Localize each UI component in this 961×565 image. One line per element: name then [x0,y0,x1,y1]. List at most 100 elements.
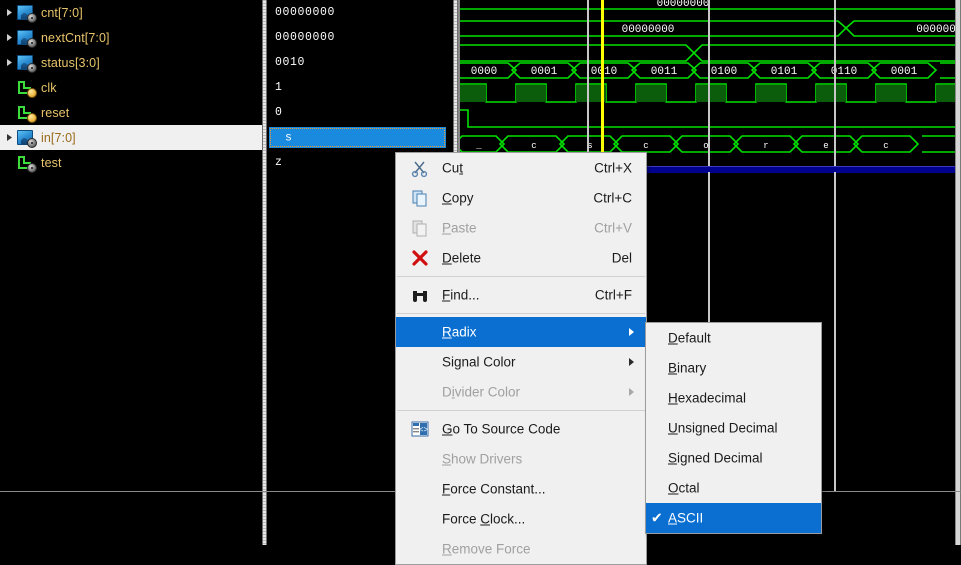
svg-text:r: r [763,141,768,151]
signal-label: cnt[7:0] [41,5,83,20]
delete-x-icon [410,248,430,268]
menu-item-label: Go To Source Code [442,421,561,437]
expand-arrow-icon[interactable] [2,58,16,67]
signal-value-text: 1 [275,81,283,94]
menu-item-copy[interactable]: Copy Ctrl+C [396,183,646,213]
signal-value-cell[interactable]: s [267,125,450,150]
signal-label: reset [41,105,70,120]
vertical-scrollbar[interactable] [955,0,961,545]
menu-item-divider-color: Divider Color [396,377,646,407]
menu-item-find[interactable]: Find... Ctrl+F [396,280,646,310]
bus-signal-icon [16,4,37,23]
copy-icon [410,188,430,208]
submenu-arrow-icon [629,358,634,366]
radix-item-label: Default [668,330,711,346]
radix-item-default[interactable]: Default [646,323,821,353]
menu-item-label: Find... [442,287,480,303]
radix-item-binary[interactable]: Binary [646,353,821,383]
signal-row-nextcnt70[interactable]: nextCnt[7:0] [0,25,262,50]
signal-value-cell[interactable]: 0 [267,100,450,125]
radix-item-signed-decimal[interactable]: Signed Decimal [646,443,821,473]
radix-item-ascii[interactable]: ✔ ASCII [646,503,821,533]
menu-item-remove-force: Remove Force [396,534,646,564]
signal-row-reset[interactable]: reset [0,100,262,125]
signal-row-test[interactable]: test [0,150,262,175]
svg-text:00000000: 00000000 [622,24,675,36]
menu-item-signal-color[interactable]: Signal Color [396,347,646,377]
radix-item-hexadecimal[interactable]: Hexadecimal [646,383,821,413]
check-icon: ✔ [651,509,663,526]
radix-item-label: Binary [668,360,707,376]
expand-arrow-icon[interactable] [2,133,16,142]
signal-value-cell[interactable]: 00000000 [267,25,450,50]
marker-line-2[interactable] [708,0,710,172]
menu-item-delete[interactable]: Delete Del [396,243,646,273]
radix-item-label: Signed Decimal [668,450,763,466]
svg-text:_: _ [475,141,482,151]
svg-text:0100: 0100 [711,66,737,78]
waveform-viewer-window: cnt[7:0] nextCnt[7:0] status[3:0] clk reset i… [0,0,961,565]
menu-item-go-to-source-code[interactable]: <> Go To Source Code [396,414,646,444]
svg-text:c: c [531,141,536,151]
menu-item-label: Force Clock... [442,511,526,527]
signal-row-cnt70[interactable]: cnt[7:0] [0,0,262,25]
menu-item-label: Signal Color [442,354,516,370]
signal-value-cell[interactable]: 1 [267,75,450,100]
signal-label: clk [41,80,57,95]
menu-item-label: Paste [442,220,477,236]
expand-arrow-icon[interactable] [2,8,16,17]
bus-signal-icon [16,129,37,148]
svg-text:000000: 000000 [916,24,955,36]
menu-item-paste: Paste Ctrl+V [396,213,646,243]
svg-text:0001: 0001 [531,66,558,78]
radix-item-label: Unsigned Decimal [668,420,778,436]
signal-context-menu[interactable]: Cut Ctrl+X Copy Ctrl+C Paste Ctrl+V Delete Del F… [395,152,647,565]
svg-text:0001: 0001 [891,66,918,78]
menu-item-shortcut: Ctrl+F [594,287,632,303]
menu-item-show-drivers: Show Drivers [396,444,646,474]
submenu-arrow-icon [629,328,634,336]
signal-value-cell[interactable]: 00000000 [267,0,450,25]
expand-arrow-icon[interactable] [2,33,16,42]
menu-item-label: Show Drivers [442,451,523,467]
svg-text:0000: 0000 [471,66,497,78]
menu-item-label: Radix [442,324,477,340]
svg-text:0101: 0101 [771,66,798,78]
svg-text:0010: 0010 [591,66,617,78]
menu-item-force-constant[interactable]: Force Constant... [396,474,646,504]
main-cursor[interactable] [601,0,604,172]
marker-line-1[interactable] [587,0,589,172]
menu-item-label: Cut [442,160,464,176]
name-value-splitter[interactable] [262,0,267,545]
marker-line-3[interactable] [834,0,836,172]
menu-item-cut[interactable]: Cut Ctrl+X [396,153,646,183]
signal-row-in70[interactable]: in[7:0] [0,125,262,150]
menu-item-force-clock[interactable]: Force Clock... [396,504,646,534]
signal-value-text: 0 [275,106,283,119]
signal-value-text: 0010 [275,56,306,69]
menu-item-label: Divider Color [442,384,521,400]
waveform-canvas[interactable]: 00000000 00000000 000000 0000 0001 0010 00… [458,0,955,172]
radix-submenu[interactable]: Default Binary Hexadecimal Unsigned Decimal… [645,322,822,534]
bus-signal-icon [16,29,37,48]
signal-value-cell[interactable]: 0010 [267,50,450,75]
radix-item-unsigned-decimal[interactable]: Unsigned Decimal [646,413,821,443]
svg-text:0011: 0011 [651,66,678,78]
signal-name-pane: cnt[7:0] nextCnt[7:0] status[3:0] clk reset i… [0,0,262,545]
menu-item-radix[interactable]: Radix [396,317,646,347]
marker-line-3-ext [834,172,836,491]
signal-label: status[3:0] [41,55,100,70]
signal-value-text: 00000000 [275,6,336,19]
menu-item-label: Force Constant... [442,481,546,497]
svg-text:<>: <> [419,426,429,435]
source-code-icon: <> [410,419,430,439]
value-selection[interactable]: s [269,127,446,148]
svg-text:e: e [823,141,828,151]
signal-row-status30[interactable]: status[3:0] [0,50,262,75]
scalar-signal-icon [16,154,37,173]
signal-row-clk[interactable]: clk [0,75,262,100]
signal-label: nextCnt[7:0] [41,30,110,45]
menu-separator [397,276,645,277]
menu-item-shortcut: Ctrl+X [594,160,632,176]
radix-item-octal[interactable]: Octal [646,473,821,503]
